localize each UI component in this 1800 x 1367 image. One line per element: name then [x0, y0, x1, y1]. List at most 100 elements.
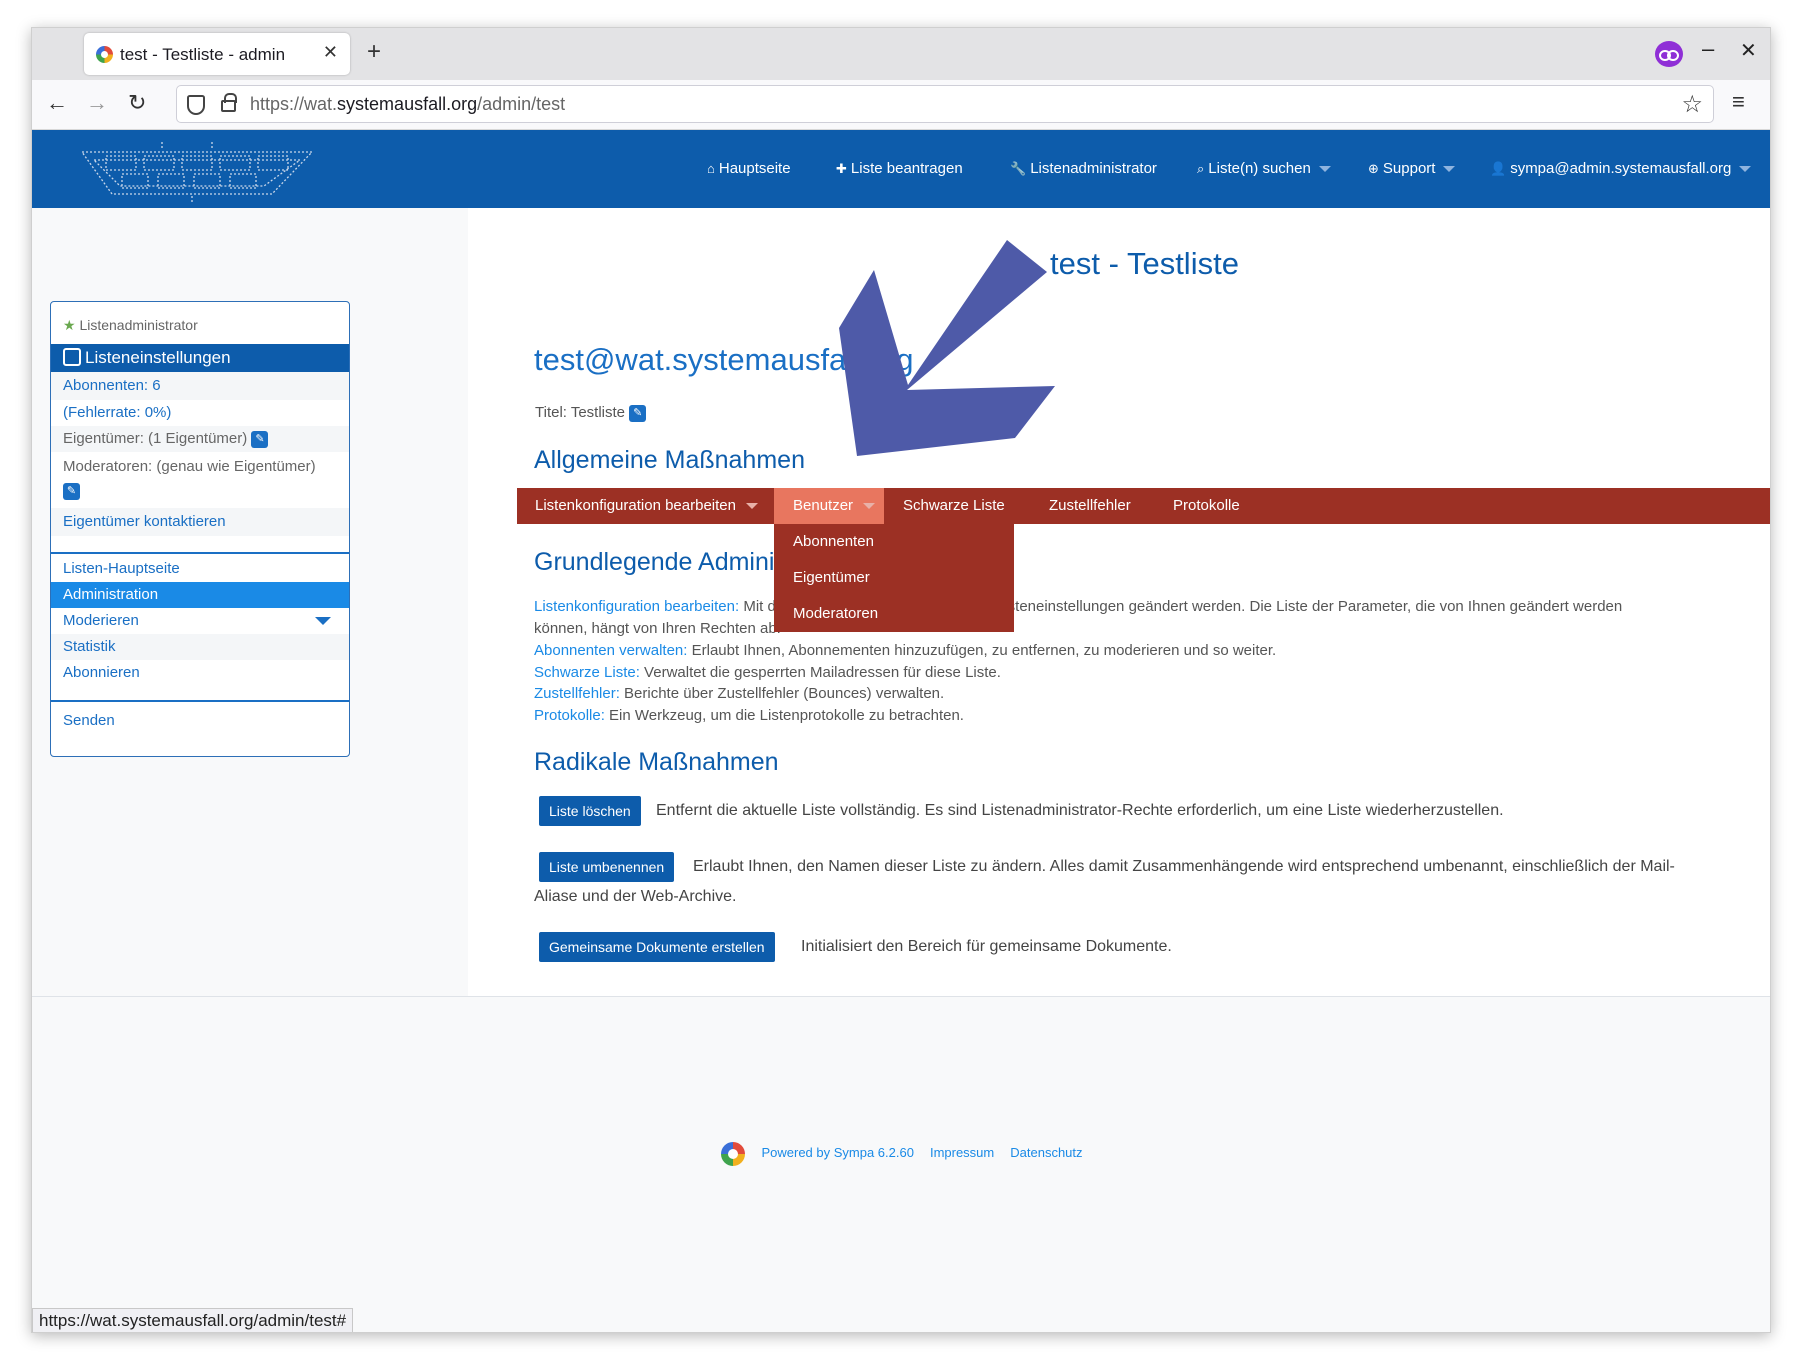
- basic-item-blacklist: Schwarze Liste: Verwaltet die gesperrten…: [534, 664, 1001, 681]
- rename-list-description-cont: Aliase und der Web-Archive.: [534, 888, 737, 905]
- caret-down-icon: [863, 503, 876, 510]
- sympa-logo-icon: [721, 1142, 746, 1166]
- url-text[interactable]: https://wat.systemausfall.org/admin/test: [250, 94, 565, 115]
- minimize-button[interactable]: –: [1702, 36, 1714, 62]
- nav-support[interactable]: ⊕ Support: [1368, 160, 1456, 177]
- url-bar[interactable]: https://wat.systemausfall.org/admin/test…: [176, 85, 1714, 123]
- systemausfall-logo[interactable]: [72, 138, 322, 204]
- admin-tab-benutzer[interactable]: Benutzer: [774, 488, 884, 524]
- rename-list-button[interactable]: Liste umbenennen: [539, 852, 675, 882]
- page-footer: Powered by Sympa 6.2.60 Impressum Datensch…: [32, 1142, 1770, 1166]
- admin-tab-blacklist[interactable]: Schwarze Liste: [903, 488, 1005, 524]
- forward-arrow-icon[interactable]: →: [86, 90, 108, 116]
- basic-item-logs: Protokolle: Ein Werkzeug, um die Listenp…: [534, 707, 964, 724]
- general-actions-heading: Allgemeine Maßnahmen: [534, 446, 805, 474]
- new-tab-button[interactable]: +: [367, 38, 381, 66]
- rename-list-description: Erlaubt Ihnen, den Namen dieser Liste zu…: [693, 858, 1675, 875]
- browser-tab[interactable]: test - Testliste - admin ✕: [84, 33, 350, 75]
- close-window-button[interactable]: ✕: [1740, 38, 1757, 63]
- status-bar-url: https://wat.systemausfall.org/admin/test…: [32, 1308, 354, 1332]
- impressum-link[interactable]: Impressum: [930, 1145, 994, 1160]
- caret-down-icon: [1318, 166, 1331, 173]
- dropdown-item-moderatoren[interactable]: Moderatoren: [793, 605, 878, 622]
- edit-title-icon[interactable]: ✎: [629, 404, 647, 422]
- site-header: ⌂ Hauptseite ✚ Liste beantragen 🔧 Listenadm…: [32, 130, 1770, 208]
- back-arrow-icon[interactable]: ←: [46, 90, 68, 116]
- user-icon: 👤: [1490, 161, 1507, 176]
- sidebar-error-rate[interactable]: (Fehlerrate: 0%): [51, 400, 349, 426]
- sidebar-item-statistik[interactable]: Statistik: [51, 634, 349, 660]
- tab-bar: test - Testliste - admin ✕ + – ✕: [32, 28, 1770, 80]
- list-settings-icon: [63, 348, 81, 366]
- sidebar-subscribers[interactable]: Abonnenten: 6: [51, 372, 349, 400]
- list-title-label: Titel: Testliste ✎: [535, 404, 647, 422]
- benutzer-dropdown-menu: Abonnenten Eigentümer Moderatoren: [774, 524, 1014, 632]
- admin-tab-config[interactable]: Listenkonfiguration bearbeiten: [535, 488, 758, 524]
- sidebar-role: ★ Listenadministrator: [63, 317, 198, 333]
- sidebar-item-listen-hauptseite[interactable]: Listen-Hauptseite: [51, 556, 349, 582]
- radical-actions-heading: Radikale Maßnahmen: [534, 748, 779, 776]
- caret-down-icon: [315, 617, 331, 625]
- delete-list-button[interactable]: Liste löschen: [539, 796, 641, 826]
- nav-user-account[interactable]: 👤 sympa@admin.systemausfall.org: [1490, 160, 1752, 177]
- star-icon: ★: [63, 317, 76, 333]
- hamburger-menu-icon[interactable]: ≡: [1732, 89, 1745, 115]
- subscribers-link[interactable]: Abonnenten verwalten:: [534, 642, 687, 659]
- reload-icon[interactable]: ↻: [128, 90, 146, 116]
- plus-icon: ✚: [836, 161, 847, 176]
- tab-close-icon[interactable]: ✕: [323, 42, 338, 63]
- search-icon: ⌕: [1197, 161, 1205, 176]
- powered-by-link[interactable]: Powered by Sympa 6.2.60: [761, 1145, 913, 1160]
- admin-tab-logs[interactable]: Protokolle: [1173, 488, 1240, 524]
- create-shared-docs-button[interactable]: Gemeinsame Dokumente erstellen: [539, 932, 775, 962]
- list-sidebar: ★ Listenadministrator Listeneinstellunge…: [50, 301, 350, 757]
- nav-listen-suchen[interactable]: ⌕ Liste(n) suchen: [1197, 160, 1331, 177]
- blacklist-link[interactable]: Schwarze Liste:: [534, 664, 640, 681]
- nav-hauptseite[interactable]: ⌂ Hauptseite: [707, 160, 791, 177]
- delete-list-description: Entfernt die aktuelle Liste vollständig.…: [656, 802, 1504, 819]
- dropdown-item-eigentuemer[interactable]: Eigentümer: [793, 569, 870, 586]
- page-title: test - Testliste: [1050, 246, 1239, 281]
- admin-tab-bounces[interactable]: Zustellfehler: [1049, 488, 1131, 524]
- browser-toolbar: ← → ↻ https://wat.systemausfall.org/admi…: [32, 80, 1770, 130]
- sidebar-item-administration[interactable]: Administration: [51, 582, 349, 608]
- shared-docs-description: Initialisiert den Bereich für gemeinsame…: [801, 938, 1172, 955]
- lifebuoy-icon: ⊕: [1368, 161, 1379, 176]
- basic-item-config: Listenkonfiguration bearbeiten: Mit dies…: [534, 598, 1623, 615]
- datenschutz-link[interactable]: Datenschutz: [1010, 1145, 1082, 1160]
- sidebar-owners: Eigentümer: (1 Eigentümer) ✎: [51, 426, 349, 452]
- list-email-heading: test@wat.systemausfall.org: [534, 342, 914, 377]
- shield-icon[interactable]: [187, 95, 205, 115]
- config-link[interactable]: Listenkonfiguration bearbeiten:: [534, 598, 739, 615]
- caret-down-icon: [1739, 166, 1752, 173]
- wrench-icon: 🔧: [1010, 161, 1027, 176]
- sidebar-list-settings[interactable]: Listeneinstellungen: [51, 344, 349, 372]
- basic-item-config-cont: können, hängt von Ihren Rechten ab.: [534, 620, 781, 637]
- caret-down-icon: [745, 503, 758, 510]
- caret-down-icon: [1443, 166, 1456, 173]
- sidebar-contact-owners[interactable]: Eigentümer kontaktieren: [51, 508, 349, 536]
- private-browsing-icon: [1655, 41, 1683, 67]
- browser-window: test - Testliste - admin ✕ + – ✕ ← → ↻ h…: [31, 27, 1771, 1333]
- basic-item-bounces: Zustellfehler: Berichte über Zustellfehl…: [534, 685, 945, 702]
- sidebar-divider: [51, 700, 349, 702]
- nav-liste-beantragen[interactable]: ✚ Liste beantragen: [836, 160, 963, 177]
- edit-moderators-icon[interactable]: ✎: [63, 482, 80, 500]
- logs-link[interactable]: Protokolle:: [534, 707, 605, 724]
- dropdown-item-abonnenten[interactable]: Abonnenten: [793, 533, 874, 550]
- basic-item-subscribers: Abonnenten verwalten: Erlaubt Ihnen, Abo…: [534, 642, 1277, 659]
- sidebar-moderators: Moderatoren: (genau wie Eigentümer): [63, 458, 316, 475]
- tab-title: test - Testliste - admin: [120, 45, 286, 64]
- bookmark-star-icon[interactable]: ☆: [1681, 90, 1703, 119]
- nav-listenadministrator[interactable]: 🔧 Listenadministrator: [1010, 160, 1157, 177]
- edit-owners-icon[interactable]: ✎: [251, 430, 269, 448]
- sidebar-item-abonnieren[interactable]: Abonnieren: [51, 660, 349, 686]
- sidebar-moderators-edit: ✎: [51, 482, 349, 506]
- lock-icon[interactable]: [221, 93, 237, 112]
- sidebar-item-senden[interactable]: Senden: [51, 708, 349, 734]
- sidebar-item-moderieren[interactable]: Moderieren: [51, 608, 349, 634]
- footer-divider: [32, 996, 1770, 997]
- bounces-link[interactable]: Zustellfehler:: [534, 685, 620, 702]
- sympa-favicon-icon: [96, 46, 113, 63]
- admin-menu-bar: Listenkonfiguration bearbeiten Benutzer …: [517, 488, 1770, 524]
